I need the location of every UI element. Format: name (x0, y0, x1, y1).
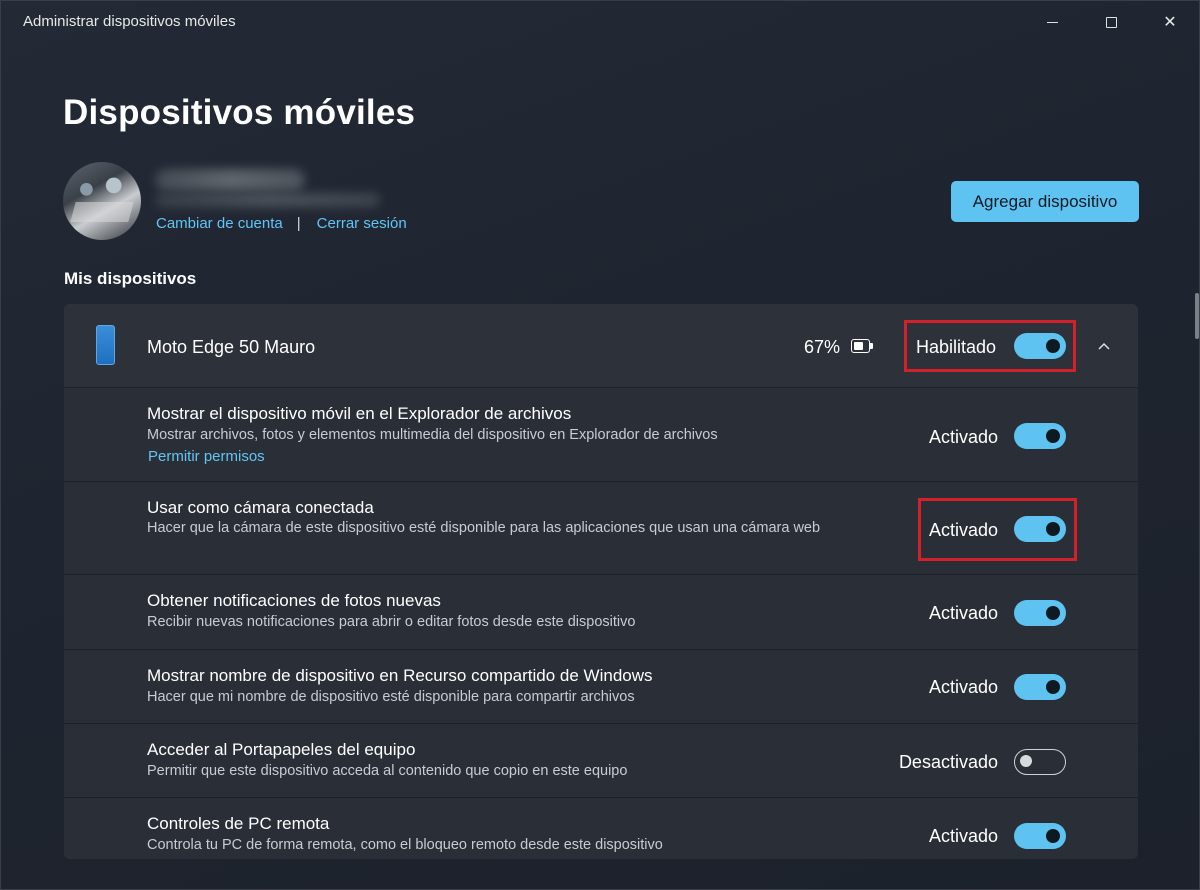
setting-status: Activado (928, 603, 998, 623)
toggle-knob (1046, 829, 1060, 843)
setting-title: Mostrar nombre de dispositivo en Recurso… (147, 666, 653, 685)
account-email-redacted (155, 193, 380, 207)
device-card: Moto Edge 50 Mauro 67% Habilitado Mostra… (64, 304, 1138, 859)
setting-description: Hacer que mi nombre de dispositivo esté … (147, 689, 635, 705)
device-header[interactable]: Moto Edge 50 Mauro 67% Habilitado (64, 304, 1138, 388)
setting-description: Controla tu PC de forma remota, como el … (147, 837, 663, 853)
window-title: Administrar dispositivos móviles (23, 13, 236, 30)
section-heading: Mis dispositivos (64, 269, 197, 288)
account-name-redacted (155, 169, 305, 191)
avatar (63, 162, 141, 240)
setting-row-clipboard: Acceder al Portapapeles del equipo Permi… (64, 725, 1138, 798)
setting-row-connected-camera: Usar como cámara conectada Hacer que la … (64, 483, 1138, 575)
setting-row-windows-share: Mostrar nombre de dispositivo en Recurso… (64, 651, 1138, 724)
toggle-knob (1020, 755, 1032, 767)
setting-title: Acceder al Portapapeles del equipo (147, 740, 416, 759)
device-status-label: Habilitado (916, 337, 997, 357)
close-button[interactable]: ✕ (1147, 7, 1193, 37)
account-links: Cambiar de cuenta | Cerrar sesión (156, 215, 407, 232)
toggle-knob (1046, 522, 1060, 536)
setting-status: Activado (928, 520, 998, 540)
connected-camera-toggle[interactable] (1014, 516, 1066, 542)
permissions-link[interactable]: Permitir permisos (148, 448, 265, 465)
setting-status: Activado (928, 826, 998, 846)
page-title: Dispositivos móviles (63, 93, 416, 132)
device-name: Moto Edge 50 Mauro (147, 337, 316, 357)
clipboard-toggle[interactable] (1014, 749, 1066, 775)
change-account-link[interactable]: Cambiar de cuenta (156, 215, 283, 232)
close-icon: ✕ (1163, 14, 1177, 31)
setting-title: Usar como cámara conectada (147, 498, 374, 517)
setting-title: Obtener notificaciones de fotos nuevas (147, 591, 441, 610)
windows-share-toggle[interactable] (1014, 674, 1066, 700)
setting-status: Desactivado (898, 752, 998, 772)
setting-description: Mostrar archivos, fotos y elementos mult… (147, 427, 718, 443)
setting-status: Activado (928, 677, 998, 697)
file-explorer-toggle[interactable] (1014, 423, 1066, 449)
setting-title: Controles de PC remota (147, 814, 330, 833)
maximize-icon (1105, 16, 1117, 28)
setting-row-remote-pc: Controles de PC remota Controla tu PC de… (64, 799, 1138, 859)
battery-percentage: 67% (804, 337, 841, 357)
add-device-button[interactable]: Agregar dispositivo (951, 181, 1139, 222)
setting-description: Hacer que la cámara de este dispositivo … (147, 520, 821, 536)
setting-status: Activado (928, 427, 998, 447)
maximize-button[interactable] (1088, 7, 1134, 37)
toggle-knob (1046, 429, 1060, 443)
setting-description: Permitir que este dispositivo acceda al … (147, 763, 628, 779)
photo-notifications-toggle[interactable] (1014, 600, 1066, 626)
sign-out-link[interactable]: Cerrar sesión (317, 215, 407, 232)
device-enabled-toggle[interactable] (1014, 333, 1066, 359)
scrollbar[interactable] (1195, 293, 1199, 339)
setting-row-photo-notifications: Obtener notificaciones de fotos nuevas R… (64, 576, 1138, 650)
phone-icon (96, 325, 115, 365)
toggle-knob (1046, 680, 1060, 694)
minimize-icon (1046, 21, 1058, 23)
title-bar: Administrar dispositivos móviles ✕ (1, 1, 1199, 43)
toggle-knob (1046, 606, 1060, 620)
setting-description: Recibir nuevas notificaciones para abrir… (147, 614, 636, 630)
minimize-button[interactable] (1029, 7, 1075, 37)
setting-row-file-explorer: Mostrar el dispositivo móvil en el Explo… (64, 389, 1138, 482)
remote-pc-toggle[interactable] (1014, 823, 1066, 849)
setting-title: Mostrar el dispositivo móvil en el Explo… (147, 404, 572, 423)
collapse-chevron-up-icon[interactable] (1094, 336, 1114, 356)
link-separator: | (296, 215, 301, 232)
toggle-knob (1046, 339, 1060, 353)
app-window: Administrar dispositivos móviles ✕ Dispo… (0, 0, 1200, 890)
battery-icon (851, 339, 873, 353)
